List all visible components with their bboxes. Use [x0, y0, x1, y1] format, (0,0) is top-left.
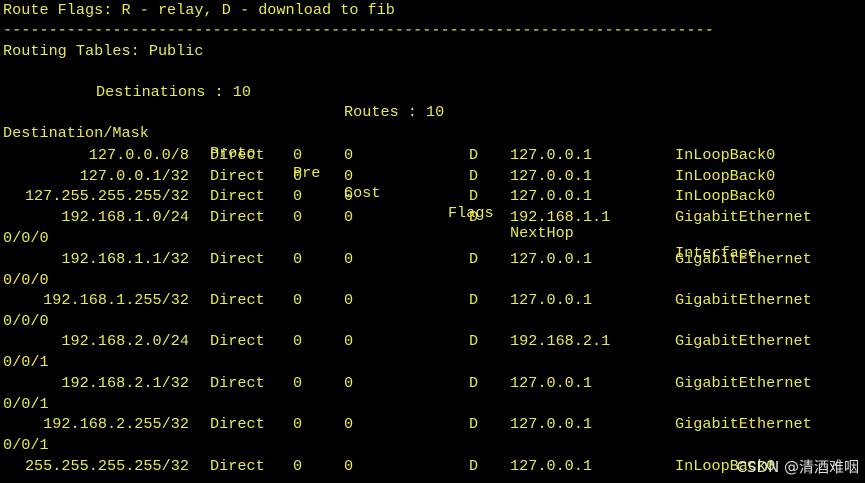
cell-pre: 0 [293, 332, 303, 350]
cell-proto: Direct [210, 187, 265, 205]
cell-cost: 0 [344, 146, 354, 164]
separator-line: ----------------------------------------… [3, 21, 714, 39]
cell-flags: D [469, 374, 479, 392]
cell-destination: 127.0.0.1/32 [79, 167, 189, 185]
cell-pre: 0 [293, 250, 303, 268]
interface-wrap-line: 0/0/0 [3, 271, 49, 289]
cell-interface: GigabitEthernet [675, 291, 812, 309]
cell-nexthop: 192.168.2.1 [510, 332, 611, 350]
interface-wrap-line: 0/0/0 [3, 229, 49, 247]
routes-count: Routes : 10 [344, 103, 445, 121]
cell-interface: InLoopBack0 [675, 167, 776, 185]
cell-flags: D [469, 457, 479, 475]
cell-nexthop: 127.0.0.1 [510, 167, 593, 185]
cell-interface: GigabitEthernet [675, 332, 812, 350]
interface-wrap-line: 0/0/1 [3, 436, 49, 454]
cell-destination: 127.0.0.0/8 [88, 146, 189, 164]
cell-destination: 192.168.2.255/32 [43, 415, 189, 433]
cell-proto: Direct [210, 415, 265, 433]
cell-pre: 0 [293, 415, 303, 433]
cell-destination: 192.168.2.1/32 [61, 374, 189, 392]
cell-proto: Direct [210, 146, 265, 164]
routing-tables-title: Routing Tables: Public [3, 42, 204, 60]
cell-proto: Direct [210, 457, 265, 475]
cell-proto: Direct [210, 167, 265, 185]
cell-cost: 0 [344, 415, 354, 433]
destinations-count: Destinations : 10 [96, 83, 251, 101]
column-header-destination: Destination/Mask [3, 124, 149, 142]
terminal-window[interactable]: Route Flags: R - relay, D - download to … [0, 0, 865, 483]
table-header: Destination/Mask Proto Pre Cost Flags Ne… [3, 103, 757, 262]
cell-cost: 0 [344, 332, 354, 350]
interface-wrap-line: 0/0/1 [3, 395, 49, 413]
cell-proto: Direct [210, 208, 265, 226]
cell-flags: D [469, 208, 479, 226]
cell-proto: Direct [210, 250, 265, 268]
cell-destination: 192.168.1.255/32 [43, 291, 189, 309]
cell-interface: InLoopBack0 [675, 146, 776, 164]
cell-cost: 0 [344, 187, 354, 205]
cell-pre: 0 [293, 146, 303, 164]
cell-proto: Direct [210, 291, 265, 309]
csdn-watermark: CSDN @清酒难咽 [736, 458, 859, 476]
cell-nexthop: 127.0.0.1 [510, 187, 593, 205]
cell-pre: 0 [293, 167, 303, 185]
cell-nexthop: 127.0.0.1 [510, 250, 593, 268]
cell-nexthop: 127.0.0.1 [510, 457, 593, 475]
interface-wrap-line: 0/0/1 [3, 353, 49, 371]
cell-cost: 0 [344, 208, 354, 226]
cell-pre: 0 [293, 291, 303, 309]
cell-cost: 0 [344, 167, 354, 185]
cell-destination: 192.168.1.1/32 [61, 250, 189, 268]
cell-flags: D [469, 415, 479, 433]
cell-nexthop: 127.0.0.1 [510, 374, 593, 392]
cell-flags: D [469, 146, 479, 164]
summary-line: Destinations : 10 Routes : 10 [3, 62, 444, 121]
cell-flags: D [469, 332, 479, 350]
cell-interface: GigabitEthernet [675, 415, 812, 433]
cell-proto: Direct [210, 374, 265, 392]
cell-flags: D [469, 187, 479, 205]
interface-wrap-line: 0/0/0 [3, 312, 49, 330]
cell-destination: 127.255.255.255/32 [24, 187, 189, 205]
cell-pre: 0 [293, 374, 303, 392]
cell-pre: 0 [293, 457, 303, 475]
cell-interface: GigabitEthernet [675, 250, 812, 268]
cell-pre: 0 [293, 208, 303, 226]
route-flags-legend: Route Flags: R - relay, D - download to … [3, 1, 395, 19]
cell-nexthop: 127.0.0.1 [510, 415, 593, 433]
cell-flags: D [469, 167, 479, 185]
cell-cost: 0 [344, 291, 354, 309]
cell-flags: D [469, 291, 479, 309]
cell-nexthop: 192.168.1.1 [510, 208, 611, 226]
cell-cost: 0 [344, 250, 354, 268]
cell-nexthop: 127.0.0.1 [510, 146, 593, 164]
cell-proto: Direct [210, 332, 265, 350]
cell-interface: GigabitEthernet [675, 208, 812, 226]
cell-interface: GigabitEthernet [675, 374, 812, 392]
cell-interface: InLoopBack0 [675, 187, 776, 205]
cell-nexthop: 127.0.0.1 [510, 291, 593, 309]
cell-destination: 192.168.1.0/24 [61, 208, 189, 226]
cell-flags: D [469, 250, 479, 268]
cell-destination: 192.168.2.0/24 [61, 332, 189, 350]
cell-cost: 0 [344, 457, 354, 475]
cell-pre: 0 [293, 187, 303, 205]
cell-destination: 255.255.255.255/32 [24, 457, 189, 475]
cell-cost: 0 [344, 374, 354, 392]
